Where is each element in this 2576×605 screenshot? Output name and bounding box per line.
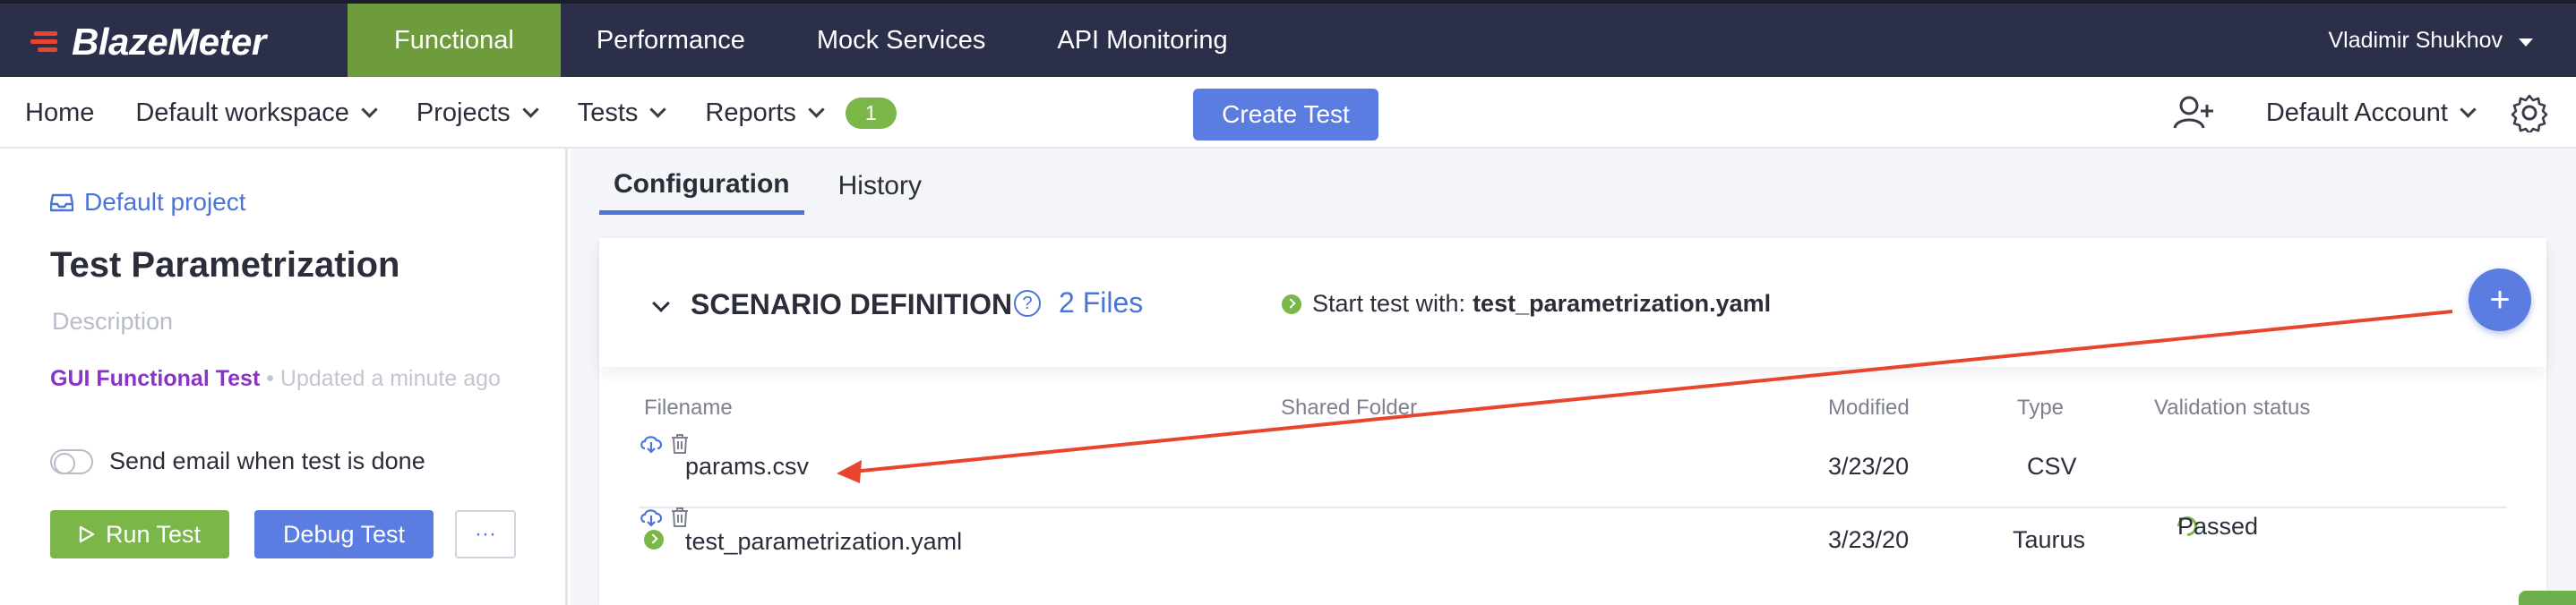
start-file-name: test_parametrization.yaml bbox=[1473, 290, 1772, 317]
play-icon bbox=[79, 525, 95, 543]
debug-test-button[interactable]: Debug Test bbox=[254, 510, 434, 558]
user-menu[interactable]: Vladimir Shukhov bbox=[2328, 4, 2533, 77]
start-arrow-icon bbox=[1282, 294, 1301, 314]
tab-history[interactable]: History bbox=[824, 158, 936, 215]
email-toggle-switch[interactable] bbox=[50, 448, 93, 474]
file-modified: 3/23/20 bbox=[1828, 453, 1910, 480]
create-test-button[interactable]: Create Test bbox=[1193, 89, 1378, 141]
product-tabs: Functional Performance Mock Services API… bbox=[348, 4, 1264, 77]
start-file-icon bbox=[644, 530, 664, 550]
table-row[interactable]: params.csv 3/23/20 CSV bbox=[639, 433, 2507, 508]
nav-home[interactable]: Home bbox=[25, 98, 94, 128]
chevron-down-icon bbox=[808, 100, 825, 118]
product-tab-mock-services[interactable]: Mock Services bbox=[781, 4, 1022, 77]
logo-mark-icon bbox=[30, 29, 64, 55]
download-cloud-icon[interactable] bbox=[639, 433, 664, 455]
product-tab-functional[interactable]: Functional bbox=[348, 4, 561, 77]
product-tab-performance[interactable]: Performance bbox=[561, 4, 781, 77]
secondary-navigation-bar: Home Default workspace Projects Tests Re… bbox=[0, 77, 2576, 149]
account-dropdown[interactable]: Default Account bbox=[2265, 98, 2477, 128]
account-tools: Default Account bbox=[2173, 77, 2549, 149]
reports-count-badge[interactable]: 1 bbox=[845, 97, 897, 129]
scenario-definition-card: SCENARIO DEFINITION ? 2 Files Start test… bbox=[599, 238, 2546, 605]
table-row[interactable]: test_parametrization.yaml 3/23/20 Taurus… bbox=[639, 507, 2507, 582]
col-filename: Filename bbox=[644, 396, 733, 420]
run-test-label: Run Test bbox=[105, 520, 202, 548]
project-name: Default project bbox=[84, 188, 246, 216]
bullet-separator: • bbox=[266, 366, 280, 391]
trash-icon[interactable] bbox=[671, 433, 689, 455]
tab-configuration[interactable]: Configuration bbox=[599, 158, 804, 215]
chevron-down-icon bbox=[2460, 100, 2477, 118]
project-inbox-icon bbox=[50, 193, 73, 212]
trash-icon[interactable] bbox=[671, 507, 689, 528]
validation-status-label: Passed bbox=[2177, 512, 2259, 540]
file-name: test_parametrization.yaml bbox=[685, 528, 963, 555]
nav-workspace-dropdown[interactable]: Default workspace bbox=[135, 98, 378, 128]
chevron-down-icon bbox=[521, 100, 539, 118]
nav-reports-dropdown[interactable]: Reports bbox=[705, 98, 825, 128]
chevron-down-icon bbox=[361, 100, 378, 118]
scenario-header: SCENARIO DEFINITION ? 2 Files Start test… bbox=[599, 238, 2546, 367]
collapse-chevron-icon[interactable] bbox=[652, 294, 670, 312]
nav-projects-dropdown[interactable]: Projects bbox=[416, 98, 539, 128]
account-label: Default Account bbox=[2265, 98, 2448, 127]
email-toggle-row: Send email when test is done bbox=[50, 447, 425, 475]
tests-label: Tests bbox=[577, 98, 639, 127]
test-meta: GUI Functional Test • Updated a minute a… bbox=[50, 362, 516, 396]
main-content: Configuration History SCENARIO DEFINITIO… bbox=[571, 149, 2576, 605]
add-file-button[interactable]: + bbox=[2469, 268, 2531, 331]
more-actions-button[interactable]: ··· bbox=[455, 510, 516, 558]
product-tab-api-monitoring[interactable]: API Monitoring bbox=[1021, 4, 1263, 77]
col-type: Type bbox=[2017, 396, 2065, 420]
start-with-prefix: Start test with: bbox=[1312, 290, 1466, 317]
file-modified: 3/23/20 bbox=[1828, 526, 1910, 553]
description-field[interactable]: Description bbox=[52, 308, 173, 336]
caret-down-icon bbox=[2519, 38, 2533, 47]
run-test-button[interactable]: Run Test bbox=[50, 510, 229, 558]
secondary-nav: Home Default workspace Projects Tests Re… bbox=[25, 77, 938, 149]
gear-icon[interactable] bbox=[2510, 93, 2549, 132]
workspace-label: Default workspace bbox=[135, 98, 349, 127]
test-actions: Run Test Debug Test ··· bbox=[50, 510, 516, 558]
project-link[interactable]: Default project bbox=[50, 188, 246, 217]
file-type: Taurus bbox=[2013, 526, 2086, 553]
test-kind-label: GUI Functional Test bbox=[50, 366, 261, 391]
top-navigation-bar: BlazeMeter Functional Performance Mock S… bbox=[0, 0, 2576, 77]
col-validation-status: Validation status bbox=[2154, 396, 2311, 420]
scenario-title: SCENARIO DEFINITION bbox=[691, 288, 1013, 320]
nav-tests-dropdown[interactable]: Tests bbox=[577, 98, 667, 128]
help-icon[interactable]: ? bbox=[1014, 290, 1041, 317]
email-toggle-label: Send email when test is done bbox=[109, 447, 425, 474]
file-name: params.csv bbox=[685, 453, 810, 480]
start-test-with: Start test with: test_parametrization.ya… bbox=[1282, 290, 1771, 318]
col-shared-folder: Shared Folder bbox=[1281, 396, 1418, 420]
col-modified: Modified bbox=[1828, 396, 1910, 420]
badge-label: 1 bbox=[845, 97, 897, 129]
nav-home-label: Home bbox=[25, 98, 95, 127]
test-title[interactable]: Test Parametrization bbox=[50, 245, 400, 285]
updated-time: Updated a minute ago bbox=[279, 366, 501, 391]
reports-label: Reports bbox=[705, 98, 796, 127]
test-tabs: Configuration History bbox=[599, 158, 956, 215]
test-details-panel: Default project Test Parametrization Des… bbox=[0, 149, 568, 605]
projects-label: Projects bbox=[416, 98, 511, 127]
files-table-header: Filename Shared Folder Modified Type Val… bbox=[599, 396, 2546, 431]
files-count-link[interactable]: 2 Files bbox=[1059, 286, 1143, 320]
invite-user-icon[interactable] bbox=[2173, 94, 2216, 132]
user-name: Vladimir Shukhov bbox=[2328, 27, 2503, 53]
chat-widget-tab[interactable] bbox=[2519, 591, 2576, 605]
blazemeter-logo[interactable]: BlazeMeter bbox=[30, 20, 266, 64]
logo-text: BlazeMeter bbox=[72, 21, 266, 63]
file-type: CSV bbox=[2027, 453, 2077, 480]
chevron-down-icon bbox=[649, 100, 667, 118]
download-cloud-icon[interactable] bbox=[639, 507, 664, 528]
